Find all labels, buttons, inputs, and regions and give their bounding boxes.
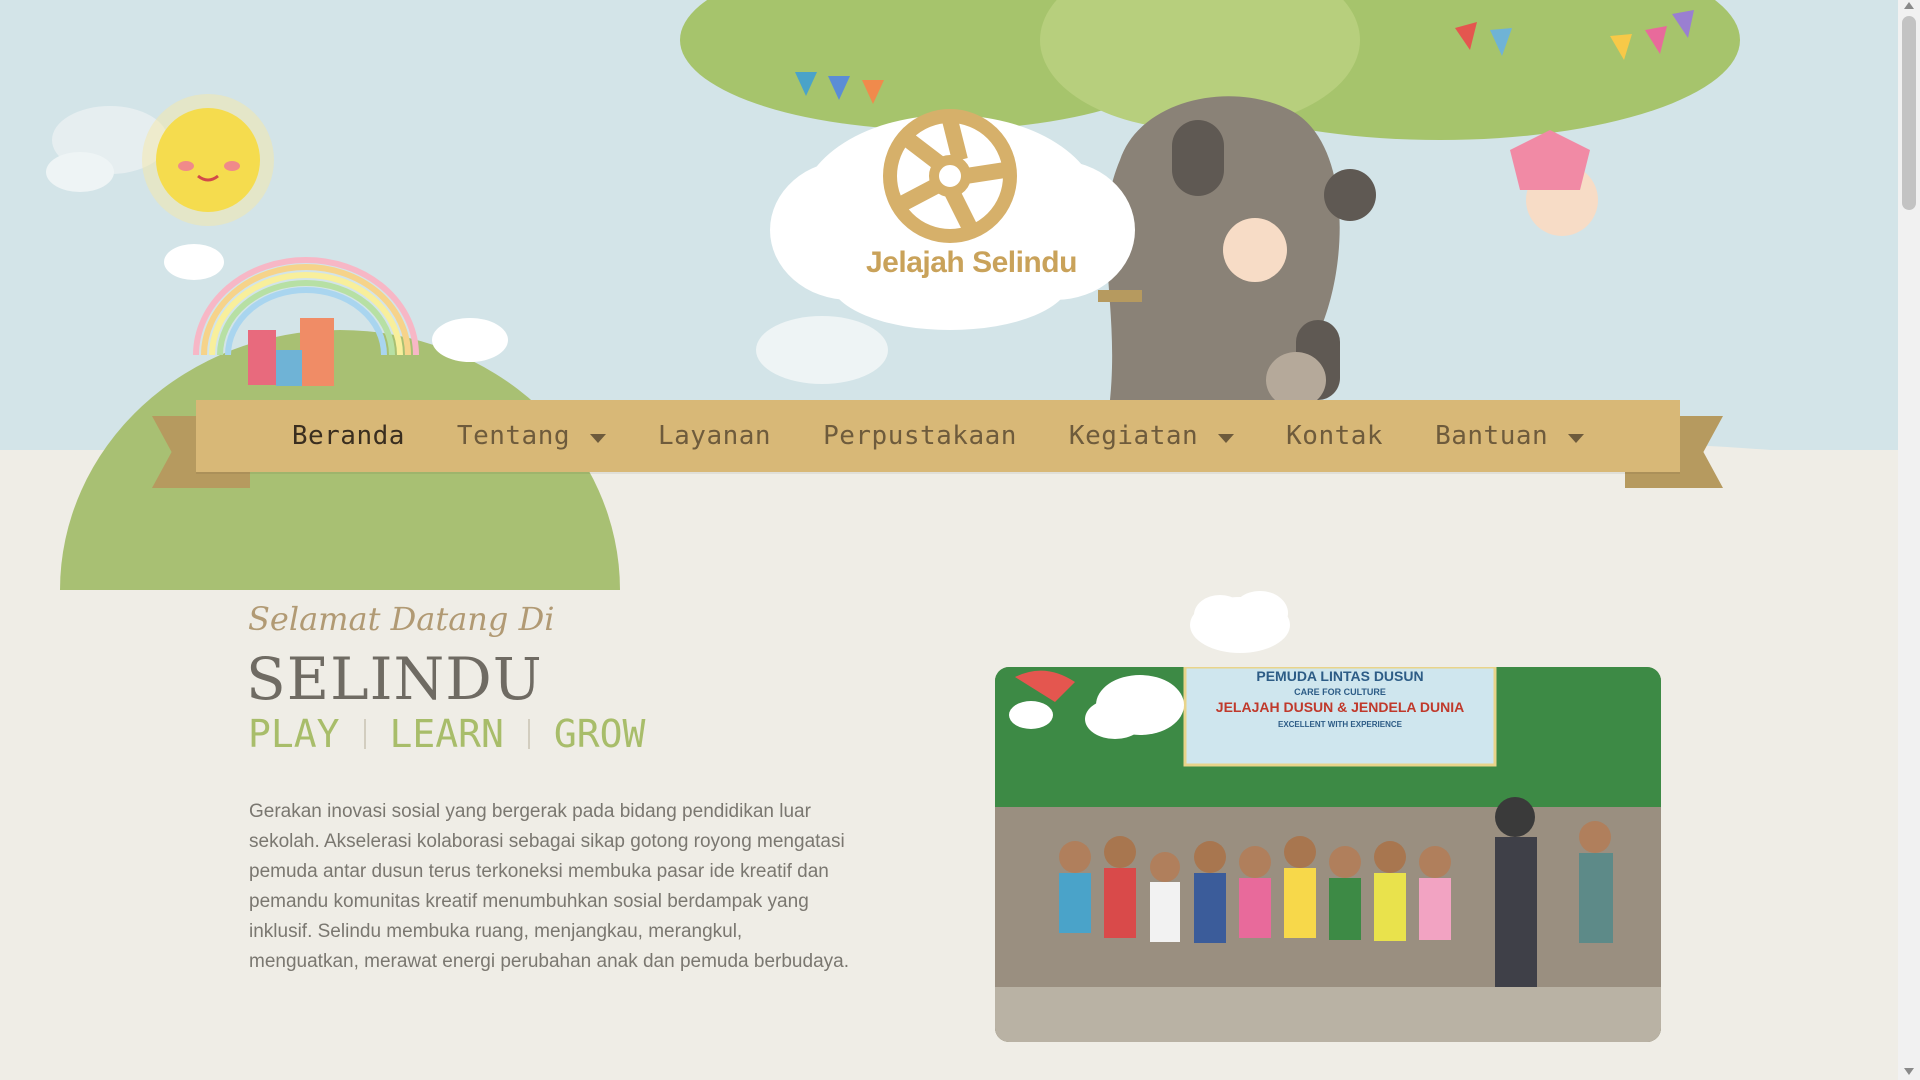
- nav-item-label: Layanan: [658, 421, 772, 451]
- nav-item-label: Kontak: [1286, 421, 1384, 451]
- tagline-divider: [527, 719, 530, 749]
- nav-item-label: Tentang: [456, 421, 570, 451]
- tagline-divider: [363, 719, 366, 749]
- tagline: PLAY LEARN GROW: [248, 712, 645, 756]
- tagline-play: PLAY: [248, 712, 340, 756]
- nav-item-label: Bantuan: [1435, 421, 1549, 451]
- nav-item-tentang[interactable]: Tentang: [431, 400, 632, 472]
- nav-item-label: Kegiatan: [1068, 421, 1199, 451]
- nav-item-bantuan[interactable]: Bantuan: [1409, 400, 1610, 472]
- header-illustration: [46, 0, 1740, 408]
- tagline-grow: GROW: [553, 712, 646, 756]
- nav-item-kegiatan[interactable]: Kegiatan: [1043, 400, 1260, 472]
- scroll-down-arrow-icon[interactable]: [1904, 1068, 1914, 1075]
- site-logo-text[interactable]: Jelajah Selindu: [866, 246, 1077, 280]
- banner-line-3: JELAJAH DUSUN & JENDELA DUNIA: [1216, 699, 1464, 715]
- community-photo: PEMUDA LINTAS DUSUN CARE FOR CULTURE JEL…: [995, 667, 1661, 1042]
- page: Beranda Tentang Layanan Perpustakaan Keg…: [0, 0, 1898, 1080]
- sun-illustration: [142, 94, 274, 226]
- caret-down-icon: [590, 433, 606, 443]
- scrollbar-thumb[interactable]: [1902, 16, 1916, 210]
- nav-item-perpustakaan[interactable]: Perpustakaan: [797, 400, 1043, 472]
- nav-item-label: Beranda: [291, 421, 405, 451]
- main-navigation: Beranda Tentang Layanan Perpustakaan Keg…: [196, 400, 1680, 472]
- nav-item-beranda[interactable]: Beranda: [266, 400, 431, 472]
- photo-illustration: PEMUDA LINTAS DUSUN CARE FOR CULTURE JEL…: [995, 667, 1661, 1042]
- banner-line-4: EXCELLENT WITH EXPERIENCE: [1278, 720, 1403, 729]
- tagline-learn: LEARN: [389, 712, 504, 756]
- caret-down-icon: [1218, 433, 1235, 443]
- nav-item-label: Perpustakaan: [823, 421, 1017, 451]
- hero-description: Gerakan inovasi sosial yang bergerak pad…: [249, 801, 849, 972]
- nav-item-kontak[interactable]: Kontak: [1260, 400, 1409, 472]
- brand-heading: SELINDU: [246, 645, 543, 713]
- cloud-illustration: [1190, 591, 1290, 653]
- banner-line-1: PEMUDA LINTAS DUSUN: [1256, 668, 1423, 684]
- scroll-up-arrow-icon[interactable]: [1904, 2, 1914, 9]
- welcome-heading: Selamat Datang Di: [248, 600, 555, 638]
- caret-down-icon: [1568, 433, 1585, 443]
- nav-item-layanan[interactable]: Layanan: [632, 400, 797, 472]
- banner-line-2: CARE FOR CULTURE: [1294, 687, 1386, 697]
